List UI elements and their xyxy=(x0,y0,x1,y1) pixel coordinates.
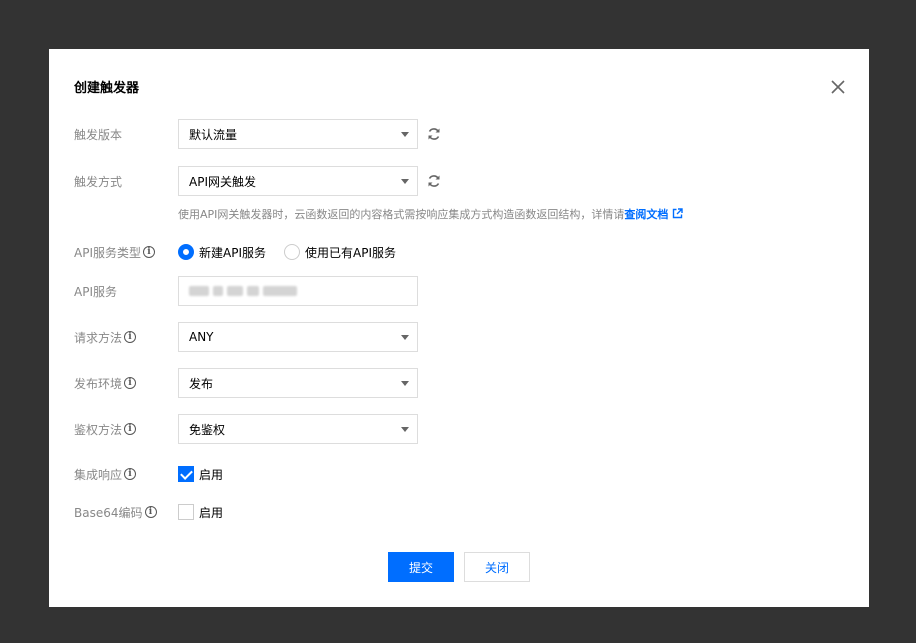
request-method-row: 请求方法 i ANY xyxy=(74,322,834,352)
version-row: 触发版本 默认流量 xyxy=(74,119,834,149)
radio-new-service[interactable]: 新建API服务 xyxy=(178,244,266,261)
auth-row: 鉴权方法 i 免鉴权 xyxy=(74,414,834,444)
env-select[interactable]: 发布 xyxy=(178,368,418,398)
env-row: 发布环境 i 发布 xyxy=(74,368,834,398)
chevron-down-icon xyxy=(401,427,409,432)
close-button[interactable]: 关闭 xyxy=(464,552,530,582)
version-value: 默认流量 xyxy=(189,127,238,142)
method-hint: 使用API网关触发器时，云函数返回的内容格式需按响应集成方式构造函数返回结构，详… xyxy=(178,206,684,222)
radio-existing-service-label: 使用已有API服务 xyxy=(305,245,396,260)
service-row: API服务 xyxy=(74,276,834,306)
service-type-label: API服务类型 i xyxy=(74,237,155,267)
env-label-text: 发布环境 xyxy=(74,376,123,391)
method-select[interactable]: API网关触发 xyxy=(178,166,418,196)
radio-existing-service[interactable]: 使用已有API服务 xyxy=(284,244,396,261)
request-method-label-text: 请求方法 xyxy=(74,330,123,345)
chevron-down-icon xyxy=(401,335,409,340)
method-label: 触发方式 xyxy=(74,174,123,189)
service-name-input[interactable] xyxy=(178,276,418,306)
service-type-row: API服务类型 i 新建API服务 使用已有API服务 xyxy=(74,237,834,267)
auth-label-text: 鉴权方法 xyxy=(74,422,123,437)
info-icon[interactable]: i xyxy=(144,506,157,518)
info-icon[interactable]: i xyxy=(124,331,137,343)
info-icon[interactable]: i xyxy=(124,423,137,435)
service-label: API服务 xyxy=(74,284,117,299)
env-value: 发布 xyxy=(189,376,214,391)
chevron-down-icon xyxy=(401,179,409,184)
base64-row: Base64编码 i 启用 xyxy=(74,497,834,527)
refresh-icon[interactable] xyxy=(426,173,442,189)
integration-checkbox[interactable]: 启用 xyxy=(178,459,223,489)
docs-link[interactable]: 查阅文档 xyxy=(624,208,668,221)
info-icon[interactable]: i xyxy=(124,377,137,389)
hint-text: 使用API网关触发器时，云函数返回的内容格式需按响应集成方式构造函数返回结构，详… xyxy=(178,208,625,221)
chevron-down-icon xyxy=(401,381,409,386)
radio-dot xyxy=(284,244,300,260)
checkbox-checked xyxy=(178,466,194,482)
auth-value: 免鉴权 xyxy=(189,422,226,437)
info-icon[interactable]: i xyxy=(124,468,137,480)
request-method-value: ANY xyxy=(189,330,214,344)
chevron-down-icon xyxy=(401,132,409,137)
radio-new-service-label: 新建API服务 xyxy=(199,245,266,260)
base64-label: Base64编码 i xyxy=(74,497,157,527)
integration-checkbox-label: 启用 xyxy=(199,467,224,482)
method-row: 触发方式 API网关触发 xyxy=(74,166,834,196)
auth-select[interactable]: 免鉴权 xyxy=(178,414,418,444)
version-label: 触发版本 xyxy=(74,127,123,142)
base64-checkbox[interactable]: 启用 xyxy=(178,497,223,527)
dialog-title: 创建触发器 xyxy=(74,81,140,96)
service-type-radio-group: 新建API服务 使用已有API服务 xyxy=(178,237,414,267)
method-value: API网关触发 xyxy=(189,174,256,189)
integration-label-text: 集成响应 xyxy=(74,467,123,482)
base64-checkbox-label: 启用 xyxy=(199,505,224,520)
auth-label: 鉴权方法 i xyxy=(74,414,137,444)
base64-label-text: Base64编码 xyxy=(74,505,143,520)
integration-label: 集成响应 i xyxy=(74,459,137,489)
refresh-icon[interactable] xyxy=(426,126,442,142)
request-method-select[interactable]: ANY xyxy=(178,322,418,352)
external-link-icon[interactable] xyxy=(672,208,684,219)
redacted-value xyxy=(189,286,297,296)
submit-button[interactable]: 提交 xyxy=(388,552,454,582)
env-label: 发布环境 i xyxy=(74,368,137,398)
integration-row: 集成响应 i 启用 xyxy=(74,459,834,489)
info-icon[interactable]: i xyxy=(143,246,155,258)
radio-dot-checked xyxy=(178,244,194,260)
close-icon[interactable] xyxy=(829,78,847,96)
create-trigger-dialog: 创建触发器 触发版本 默认流量 触发方式 API网关触发 使用API网关触发器时… xyxy=(49,49,869,607)
checkbox-unchecked xyxy=(178,504,194,520)
version-select[interactable]: 默认流量 xyxy=(178,119,418,149)
request-method-label: 请求方法 i xyxy=(74,322,137,352)
service-type-label-text: API服务类型 xyxy=(74,245,141,260)
